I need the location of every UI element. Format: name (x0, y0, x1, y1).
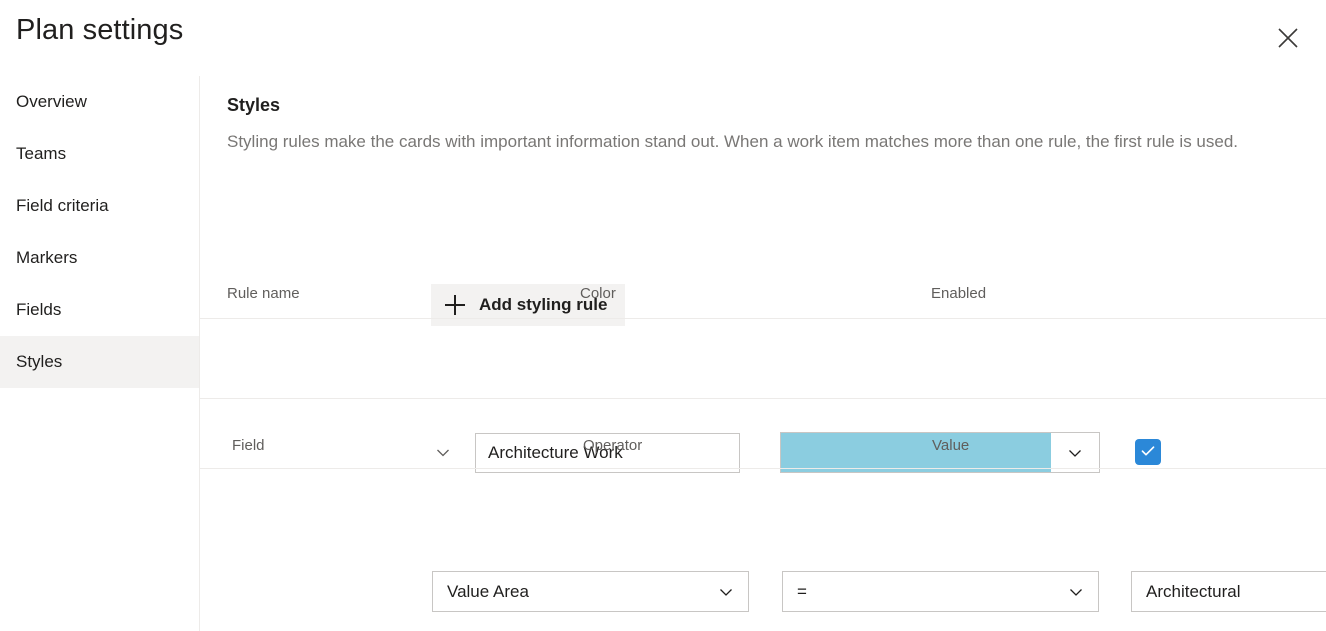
sidebar-item-label: Field criteria (16, 196, 109, 216)
styles-panel: Styles Styling rules make the cards with… (200, 76, 1326, 631)
sidebar-item-markers[interactable]: Markers (0, 232, 199, 284)
plus-icon (445, 295, 465, 315)
criteria-operator-dropdown[interactable]: = (782, 571, 1099, 612)
column-header-value: Value (932, 437, 969, 454)
chevron-down-icon (714, 583, 738, 601)
criteria-operator-value: = (797, 582, 1064, 602)
divider (200, 468, 1326, 469)
sidebar-item-field-criteria[interactable]: Field criteria (0, 180, 199, 232)
column-header-rule-name: Rule name (227, 285, 300, 302)
checkmark-icon (1139, 442, 1157, 463)
divider (200, 398, 1326, 399)
sidebar-item-label: Styles (16, 352, 62, 372)
plan-settings-dialog: Plan settings Overview Teams Field crite… (0, 0, 1326, 631)
column-header-enabled: Enabled (931, 285, 986, 302)
expand-rule-chevron-icon[interactable] (428, 438, 458, 468)
column-header-color: Color (580, 285, 616, 302)
rule-enabled-checkbox[interactable] (1135, 439, 1161, 465)
divider (200, 318, 1326, 319)
section-description: Styling rules make the cards with import… (227, 129, 1307, 155)
close-button[interactable] (1268, 20, 1308, 56)
settings-sidebar: Overview Teams Field criteria Markers Fi… (0, 76, 200, 631)
column-header-field: Field (232, 437, 265, 454)
section-title: Styles (227, 95, 280, 116)
criteria-field-value: Value Area (447, 582, 714, 602)
criteria-field-dropdown[interactable]: Value Area (432, 571, 749, 612)
sidebar-item-label: Overview (16, 92, 87, 112)
sidebar-item-fields[interactable]: Fields (0, 284, 199, 336)
sidebar-item-label: Teams (16, 144, 66, 164)
criteria-value-dropdown[interactable]: Architectural (1131, 571, 1326, 612)
chevron-down-icon (1051, 433, 1099, 472)
column-header-operator: Operator (583, 437, 642, 454)
sidebar-item-label: Fields (16, 300, 61, 320)
sidebar-item-label: Markers (16, 248, 77, 268)
sidebar-item-teams[interactable]: Teams (0, 128, 199, 180)
close-icon (1275, 25, 1301, 51)
dialog-header: Plan settings (0, 0, 1326, 76)
chevron-down-icon (1064, 583, 1088, 601)
color-swatch (781, 433, 1051, 472)
sidebar-item-overview[interactable]: Overview (0, 76, 199, 128)
criteria-value-value: Architectural (1146, 582, 1326, 602)
sidebar-item-styles[interactable]: Styles (0, 336, 199, 388)
page-title: Plan settings (16, 14, 183, 47)
